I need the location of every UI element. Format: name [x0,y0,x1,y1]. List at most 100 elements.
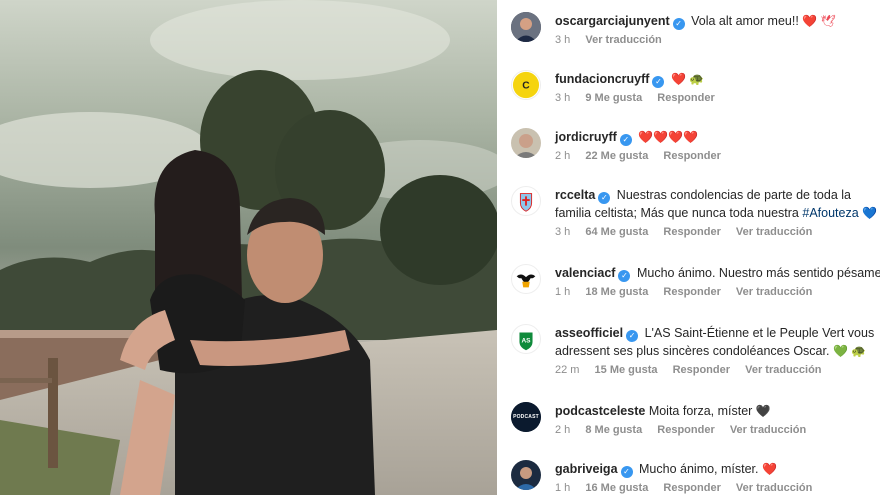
celta-crest-icon [512,187,540,215]
comment-item: gabriveiga ✓ Mucho ánimo, míster. ❤️ 1 h … [497,448,880,495]
comment-emojis: 💙 [862,206,878,220]
comment-emojis: 🖤 [755,404,771,418]
translate-link[interactable]: Ver traducción [745,364,821,376]
comment-text-line: jordicruyff ✓ ❤️❤️❤️❤️ [555,128,880,146]
verified-badge-icon: ✓ [618,270,631,282]
verified-badge-icon: ✓ [652,76,665,88]
comment-emojis: 💚 🐢 [832,344,867,358]
svg-text:C: C [522,81,530,92]
comment-username[interactable]: podcastceleste [555,404,645,418]
like-count[interactable]: 15 Me gusta [595,364,658,376]
reply-button[interactable]: Responder [663,226,720,238]
comment-body: oscargarciajunyent ✓ Vola alt amor meu!! … [555,12,880,46]
comment-text-line: fundacioncruyff ✓ ❤️ 🐢 [555,70,880,88]
comment-item: rccelta ✓ Nuestras condolencias de parte … [497,174,880,250]
verified-badge-icon: ✓ [619,134,632,146]
comment-emojis: ❤️ 🕊 [802,14,836,28]
avatar[interactable]: C [511,70,541,100]
hashtag-link[interactable]: #Afouteza [802,206,858,220]
translate-link[interactable]: Ver traducción [736,286,812,298]
comment-emojis: ❤️ 🐢 [670,72,705,86]
comment-text: Vola alt amor meu!! [691,14,799,28]
comment-text: Mucho ánimo. Nuestro más sentido pésame [636,266,880,280]
photo-illustration [0,0,497,495]
avatar[interactable]: AS [511,324,541,354]
svg-text:AS: AS [521,338,531,345]
comment-body: valenciacf ✓ Mucho ánimo. Nuestro más sen… [555,264,880,298]
person-photo-icon [511,460,541,490]
comment-username[interactable]: fundacioncruyff [555,72,649,86]
comment-meta: 22 m 15 Me gusta Responder Ver traducció… [555,364,880,376]
translate-link[interactable]: Ver traducción [585,34,661,46]
comment-item: valenciacf ✓ Mucho ánimo. Nuestro más sen… [497,252,880,310]
comment-text-line: rccelta ✓ Nuestras condolencias de parte … [555,186,880,222]
comment-meta: 1 h 16 Me gusta Responder Ver traducción [555,482,880,494]
like-count[interactable]: 16 Me gusta [585,482,648,494]
comment-time: 22 m [555,364,580,376]
comment-body: asseofficiel ✓ L'AS Saint-Étienne et le P… [555,324,880,376]
valencia-bat-icon [512,265,540,293]
comment-meta: 3 h 9 Me gusta Responder [555,92,880,104]
comment-item: jordicruyff ✓ ❤️❤️❤️❤️ 2 h 22 Me gusta Re… [497,116,880,174]
verified-badge-icon: ✓ [672,18,685,30]
asse-crest-icon: AS [512,325,540,353]
avatar[interactable]: PODCAST [511,402,541,432]
comment-text-line: oscargarciajunyent ✓ Vola alt amor meu!! … [555,12,880,30]
comment-username[interactable]: jordicruyff [555,130,617,144]
translate-link[interactable]: Ver traducción [736,226,812,238]
comment-username[interactable]: gabriveiga [555,462,618,476]
comment-username[interactable]: rccelta [555,188,595,202]
comment-text: Moita forza, míster [648,404,753,418]
comment-time: 3 h [555,226,571,238]
comment-username[interactable]: valenciacf [555,266,615,280]
comment-item: oscargarciajunyent ✓ Vola alt amor meu!! … [497,0,880,58]
comment-time: 2 h [555,150,571,162]
comment-meta: 3 h 64 Me gusta Responder Ver traducción [555,226,880,238]
reply-button[interactable]: Responder [663,150,720,162]
comment-text-line: gabriveiga ✓ Mucho ánimo, míster. ❤️ [555,460,880,478]
post-photo [0,0,497,495]
comment-time: 3 h [555,92,571,104]
reply-button[interactable]: Responder [663,286,720,298]
like-count[interactable]: 9 Me gusta [585,92,642,104]
translate-link[interactable]: Ver traducción [730,424,806,436]
person-photo-icon [511,12,541,42]
comment-meta: 2 h 22 Me gusta Responder [555,150,880,162]
verified-badge-icon: ✓ [598,192,611,204]
comment-time: 1 h [555,286,571,298]
comment-emojis: ❤️ [762,462,777,476]
cruyff-logo-icon: C [512,71,540,99]
translate-link[interactable]: Ver traducción [736,482,812,494]
like-count[interactable]: 18 Me gusta [585,286,648,298]
reply-button[interactable]: Responder [657,92,714,104]
comment-text-line: asseofficiel ✓ L'AS Saint-Étienne et le P… [555,324,880,360]
comment-meta: 2 h 8 Me gusta Responder Ver traducción [555,424,880,436]
avatar[interactable] [511,264,541,294]
comment-item: C fundacioncruyff ✓ ❤️ 🐢 3 h 9 Me gusta R… [497,58,880,116]
reply-button[interactable]: Responder [663,482,720,494]
reply-button[interactable]: Responder [657,424,714,436]
comment-body: fundacioncruyff ✓ ❤️ 🐢 3 h 9 Me gusta Res… [555,70,880,104]
avatar[interactable] [511,186,541,216]
comment-body: rccelta ✓ Nuestras condolencias de parte … [555,186,880,238]
like-count[interactable]: 8 Me gusta [585,424,642,436]
comment-time: 1 h [555,482,571,494]
comment-text: Mucho ánimo, míster. [639,462,759,476]
comment-time: 2 h [555,424,571,436]
avatar[interactable] [511,12,541,42]
comment-username[interactable]: asseofficiel [555,326,623,340]
comment-meta: 3 h Ver traducción [555,34,880,46]
reply-button[interactable]: Responder [673,364,730,376]
comment-body: gabriveiga ✓ Mucho ánimo, míster. ❤️ 1 h … [555,460,880,494]
avatar[interactable] [511,460,541,490]
avatar[interactable] [511,128,541,158]
verified-badge-icon: ✓ [620,466,633,478]
comment-username[interactable]: oscargarciajunyent [555,14,670,28]
comment-item: PODCAST podcastceleste Moita forza, míst… [497,390,880,448]
comments-panel: oscargarciajunyent ✓ Vola alt amor meu!! … [497,0,880,495]
like-count[interactable]: 22 Me gusta [585,150,648,162]
verified-badge-icon: ✓ [626,330,639,342]
like-count[interactable]: 64 Me gusta [585,226,648,238]
comment-item: AS asseofficiel ✓ L'AS Saint-Étienne et l… [497,312,880,388]
comment-emojis: ❤️❤️❤️❤️ [638,130,699,144]
